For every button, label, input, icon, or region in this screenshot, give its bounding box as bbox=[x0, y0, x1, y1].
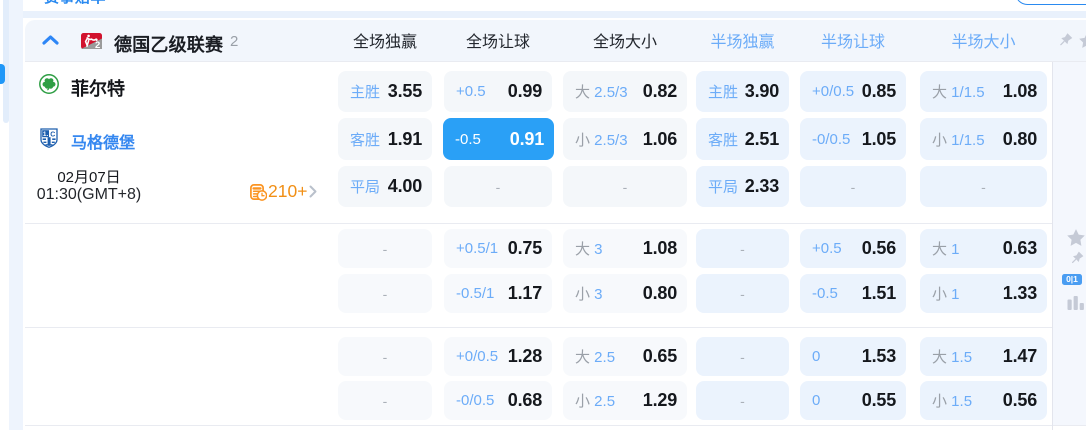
svg-text:2: 2 bbox=[95, 39, 100, 48]
svg-text:1.: 1. bbox=[43, 131, 49, 138]
svg-text:C: C bbox=[50, 131, 55, 138]
